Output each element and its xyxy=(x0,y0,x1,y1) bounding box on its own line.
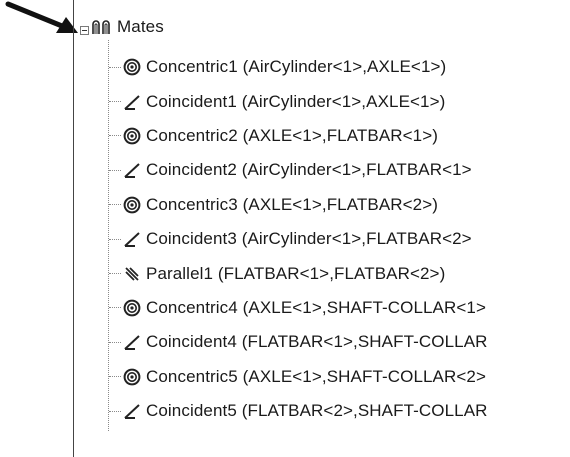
mate-label: Coincident3 (AirCylinder<1>,FLATBAR<2> xyxy=(146,229,472,249)
mates-folder[interactable]: Mates xyxy=(91,14,164,40)
mate-label: Concentric2 (AXLE<1>,FLATBAR<1>) xyxy=(146,125,439,145)
coincident-mate-icon xyxy=(124,335,140,351)
mate-item-concentric4[interactable]: Concentric4 (AXLE<1>,SHAFT-COLLAR<1> xyxy=(74,291,488,325)
mate-item-concentric5[interactable]: Concentric5 (AXLE<1>,SHAFT-COLLAR<2> xyxy=(74,360,488,394)
mate-label: Concentric4 (AXLE<1>,SHAFT-COLLAR<1> xyxy=(146,297,486,317)
tree-branch-line xyxy=(109,410,121,412)
mate-item-concentric3[interactable]: Concentric3 (AXLE<1>,FLATBAR<2>) xyxy=(74,188,488,222)
mate-item-coincident3[interactable]: Coincident3 (AirCylinder<1>,FLATBAR<2> xyxy=(74,222,488,256)
mate-item-coincident2[interactable]: Coincident2 (AirCylinder<1>,FLATBAR<1> xyxy=(74,153,488,187)
screenshot-canvas: Mates Concentric1 (AirCylinder<1>,AXLE<1… xyxy=(0,0,570,457)
tree-branch-line xyxy=(109,66,121,68)
collapse-toggle[interactable] xyxy=(80,26,89,35)
mates-folder-label: Mates xyxy=(117,17,164,36)
mates-list: Concentric1 (AirCylinder<1>,AXLE<1>) Coi… xyxy=(74,50,488,428)
mate-label: Concentric1 (AirCylinder<1>,AXLE<1>) xyxy=(146,57,447,77)
mate-item-coincident4[interactable]: Coincident4 (FLATBAR<1>,SHAFT-COLLAR xyxy=(74,325,488,359)
mate-item-parallel1[interactable]: Parallel1 (FLATBAR<1>,FLATBAR<2>) xyxy=(74,256,488,290)
mate-item-coincident1[interactable]: Coincident1 (AirCylinder<1>,AXLE<1>) xyxy=(74,84,488,118)
concentric-mate-icon xyxy=(123,127,141,145)
concentric-mate-icon xyxy=(123,299,141,317)
mate-label: Concentric5 (AXLE<1>,SHAFT-COLLAR<2> xyxy=(146,366,486,386)
concentric-mate-icon xyxy=(123,196,141,214)
mate-label: Coincident2 (AirCylinder<1>,FLATBAR<1> xyxy=(146,160,472,180)
mate-item-coincident5[interactable]: Coincident5 (FLATBAR<2>,SHAFT-COLLAR xyxy=(74,394,488,428)
tree-branch-line xyxy=(109,169,121,171)
tree-branch-line xyxy=(109,376,121,378)
coincident-mate-icon xyxy=(124,404,140,420)
feature-manager-tree: Mates Concentric1 (AirCylinder<1>,AXLE<1… xyxy=(73,0,570,457)
concentric-mate-icon xyxy=(123,368,141,386)
mates-folder-icon xyxy=(92,20,110,34)
tree-branch-line xyxy=(109,307,121,309)
tree-branch-line xyxy=(109,238,121,240)
mate-label: Parallel1 (FLATBAR<1>,FLATBAR<2>) xyxy=(146,263,446,283)
mate-item-concentric1[interactable]: Concentric1 (AirCylinder<1>,AXLE<1>) xyxy=(74,50,488,84)
tree-branch-line xyxy=(109,204,121,206)
mate-label: Coincident5 (FLATBAR<2>,SHAFT-COLLAR xyxy=(146,401,488,421)
coincident-mate-icon xyxy=(124,232,140,248)
tree-branch-line xyxy=(109,341,121,343)
mate-label: Coincident1 (AirCylinder<1>,AXLE<1>) xyxy=(146,91,446,111)
mate-label: Coincident4 (FLATBAR<1>,SHAFT-COLLAR xyxy=(146,332,488,352)
tree-branch-line xyxy=(109,273,121,275)
tree-branch-line xyxy=(109,101,121,103)
tree-branch-line xyxy=(109,135,121,137)
coincident-mate-icon xyxy=(124,163,140,179)
concentric-mate-icon xyxy=(123,58,141,76)
parallel-mate-icon xyxy=(125,266,139,281)
mate-label: Concentric3 (AXLE<1>,FLATBAR<2>) xyxy=(146,194,439,214)
callout-arrow-icon xyxy=(5,1,78,33)
mate-item-concentric2[interactable]: Concentric2 (AXLE<1>,FLATBAR<1>) xyxy=(74,119,488,153)
coincident-mate-icon xyxy=(124,94,140,110)
